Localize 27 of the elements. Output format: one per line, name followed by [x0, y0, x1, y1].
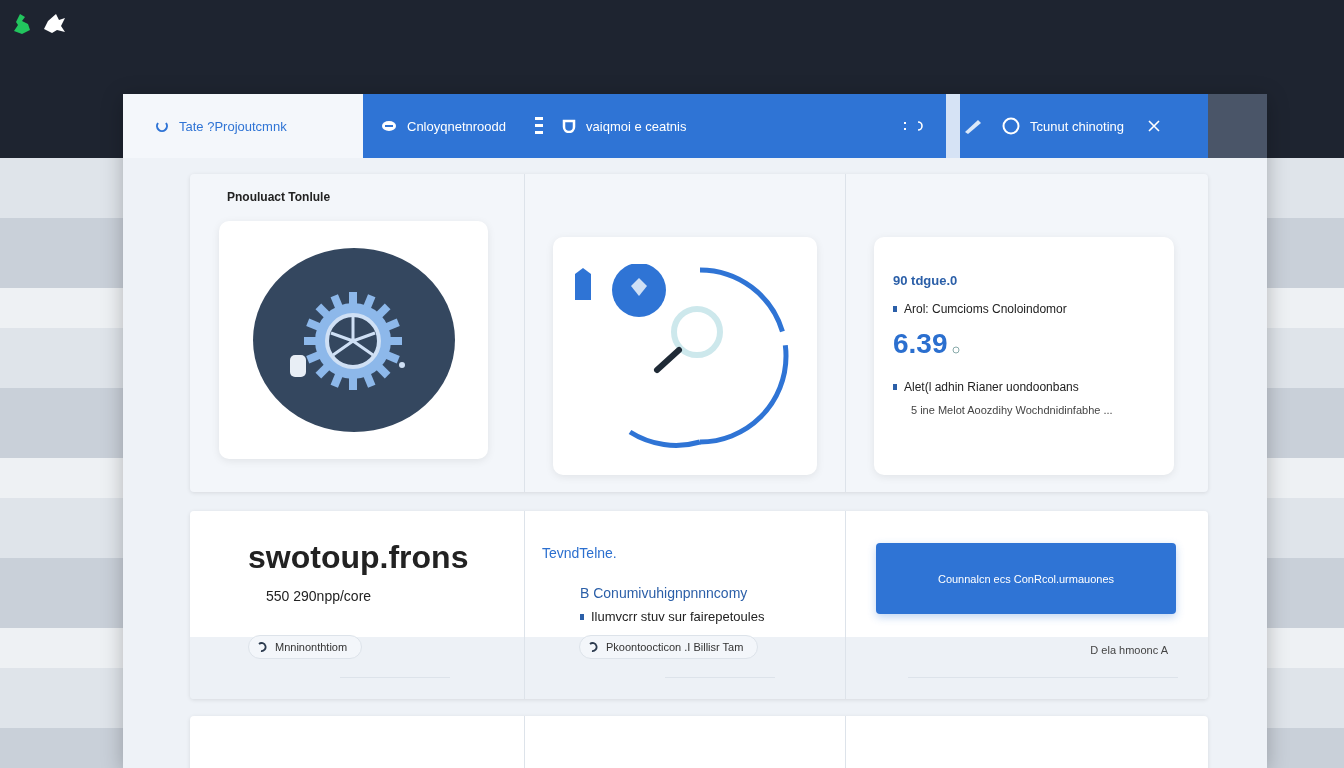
bullet-text: Ilumvcrr stuv sur fairepetoules: [591, 609, 765, 624]
close-icon[interactable]: [1148, 120, 1160, 132]
chip[interactable]: Pkoontoocticon .I Billisr Tam: [579, 635, 759, 659]
stat-note: Alet(l adhin Rianer uondoonbans: [904, 380, 1079, 394]
tabbar-end-block: [1208, 94, 1267, 158]
shield-icon: [562, 119, 577, 133]
footer-text: D ela hmoonc A: [1090, 644, 1168, 656]
circle-icon: [1002, 117, 1021, 135]
menu-icon[interactable]: [534, 116, 545, 136]
stat-value: 6.39: [893, 328, 948, 360]
circle-icon: [381, 120, 397, 132]
stat-note: 5 ine Melot Aoozdihy Wochdnidinfabhe ...: [911, 404, 1113, 416]
section-heading: TevndTelne.: [541, 544, 618, 561]
tab[interactable]: vaiqmoi e ceatnis: [544, 94, 705, 158]
action-button[interactable]: Counnalcn ecs ConRcol.urmauones: [876, 543, 1176, 614]
panel-title: Pnouluact Tonlule: [226, 189, 332, 206]
section-title: B Conumivuhignpnnncomy: [579, 584, 749, 601]
subheadline: 550 290npp/core: [265, 587, 373, 604]
bird-logo-icon: [42, 12, 68, 36]
chip[interactable]: Mnninonthtiom: [248, 635, 363, 659]
tab[interactable]: Cnloyqnetnroodd: [363, 94, 525, 158]
dot-icon: [951, 346, 960, 354]
stat-heading: 90 tdgue.0: [893, 273, 958, 288]
tab[interactable]: Tcunut chinoting: [984, 94, 1142, 158]
tab[interactable]: Tate ?Projoutcmnk: [123, 94, 363, 158]
headline: swotoup.frons: [247, 538, 470, 576]
stat-label: Arol: Cumcioms Cnoloindomor: [904, 302, 1067, 316]
